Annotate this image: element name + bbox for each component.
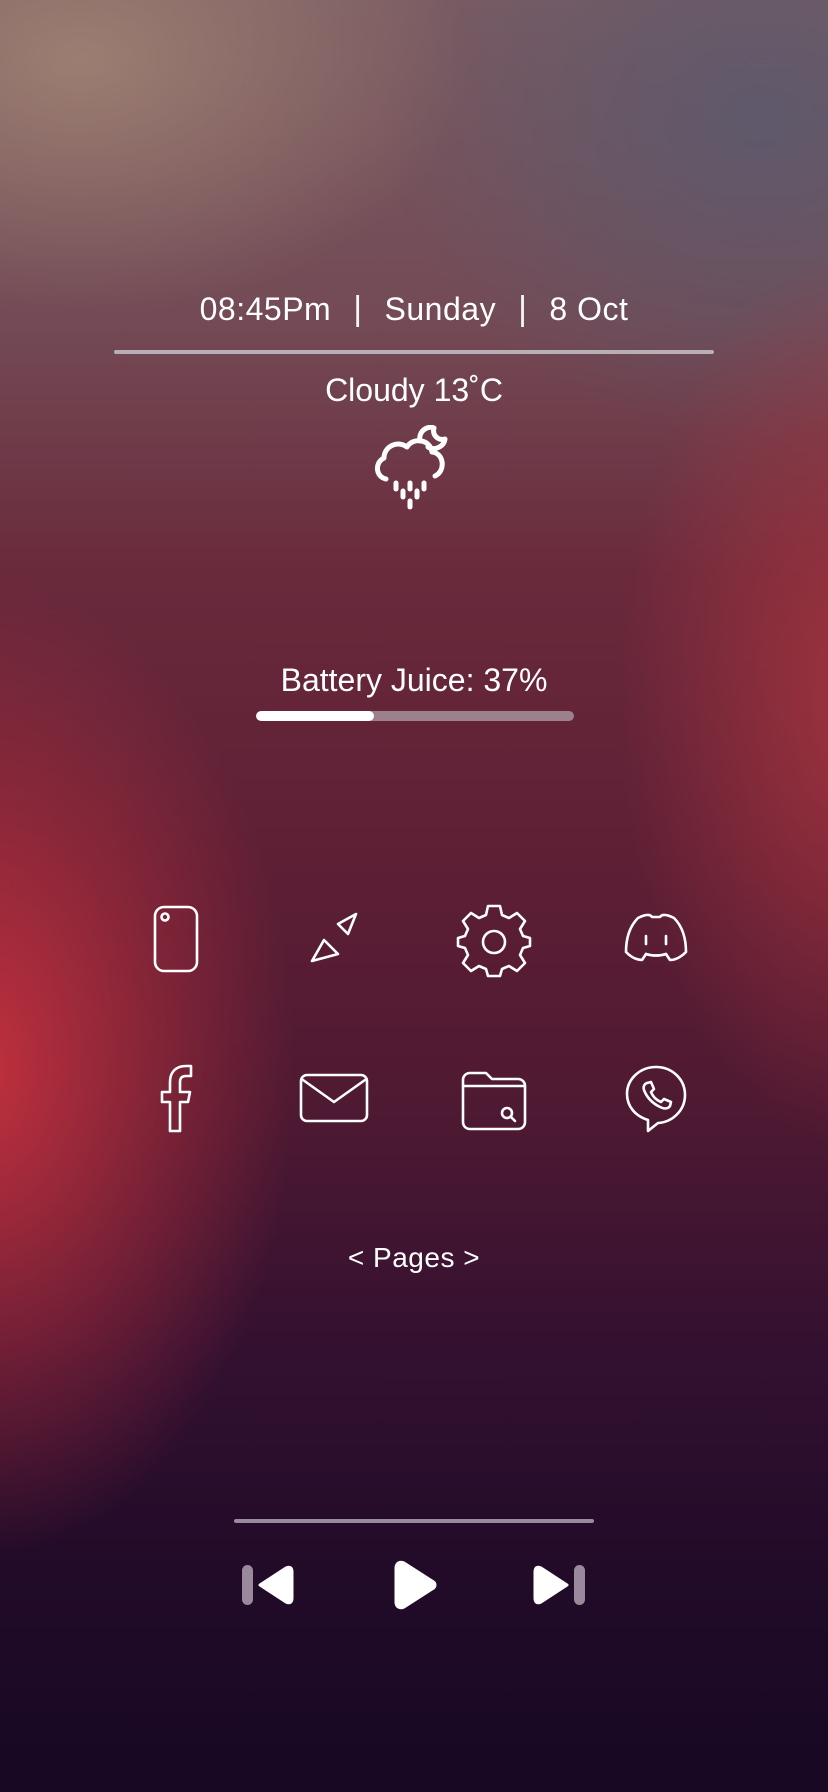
compass-icon[interactable]	[294, 898, 374, 978]
date-label: 8 Oct	[549, 291, 629, 327]
separator: |	[518, 290, 528, 328]
discord-icon[interactable]	[616, 898, 696, 978]
day-label: Sunday	[384, 291, 497, 327]
pages-navigation[interactable]: < Pages >	[0, 1242, 828, 1274]
time-label: 08:45Pm	[199, 291, 332, 327]
separator: |	[353, 290, 363, 328]
files-folder-icon[interactable]	[454, 1058, 534, 1138]
viber-phone-icon[interactable]	[616, 1058, 696, 1138]
previous-track-icon[interactable]	[240, 1563, 296, 1607]
media-progress-line	[234, 1519, 594, 1523]
cloud-rain-moon-icon	[372, 424, 450, 511]
battery-progress-bar	[256, 711, 574, 721]
play-icon[interactable]	[392, 1560, 438, 1610]
next-track-icon[interactable]	[531, 1563, 587, 1607]
mail-icon[interactable]	[294, 1058, 374, 1138]
battery-progress-fill	[256, 711, 374, 721]
header-divider	[114, 350, 714, 354]
facebook-icon[interactable]	[136, 1058, 216, 1138]
phone-device-icon[interactable]	[136, 898, 216, 978]
settings-gear-icon[interactable]	[454, 898, 534, 978]
weather-label: Cloudy 13˚C	[325, 372, 503, 408]
battery-label: Battery Juice: 37%	[280, 662, 548, 698]
datetime-row: 08:45Pm | Sunday | 8 Oct	[0, 290, 828, 329]
